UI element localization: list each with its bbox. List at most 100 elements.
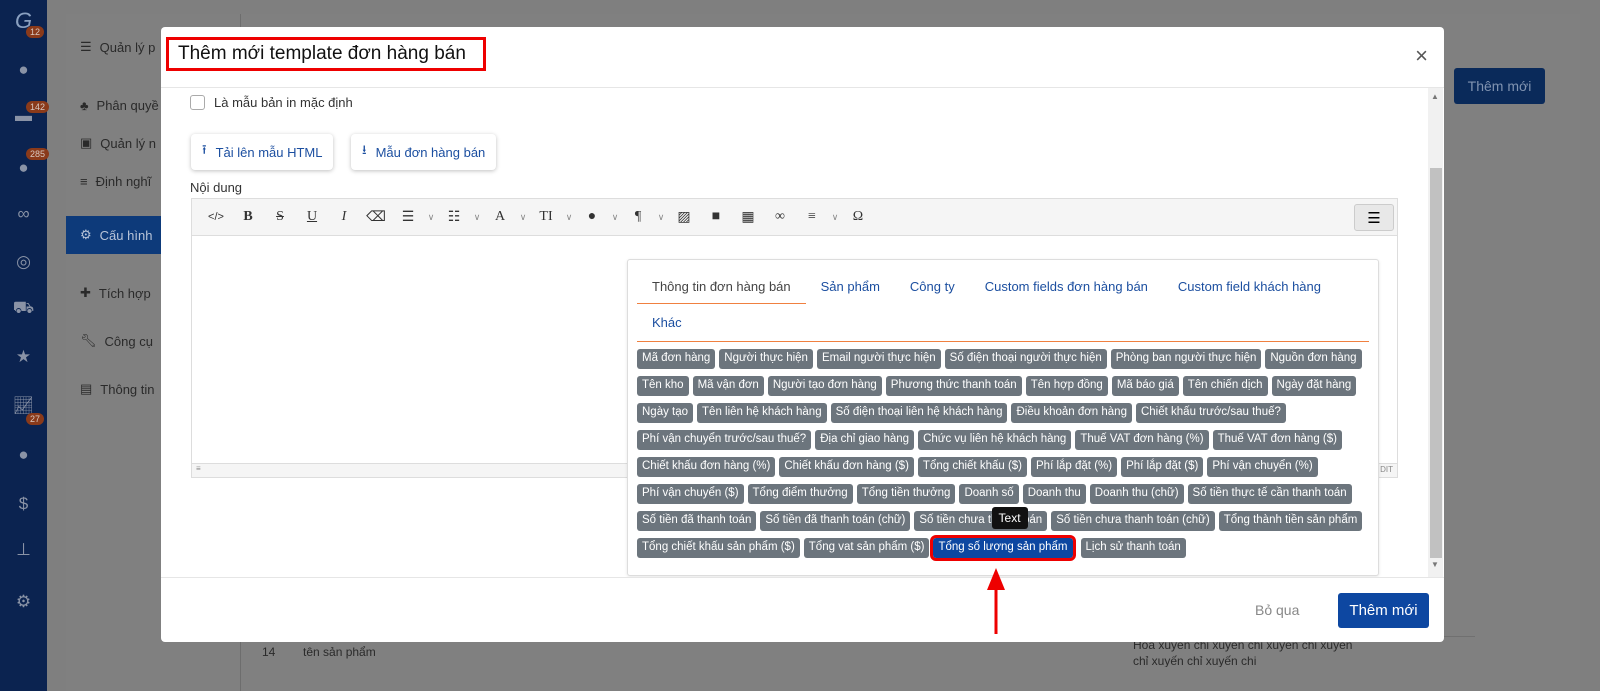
scroll-down-icon[interactable]: ▼ bbox=[1431, 560, 1439, 569]
special-char-icon[interactable]: Ω bbox=[842, 209, 874, 225]
field-tag[interactable]: Phí vận chuyển ($) bbox=[637, 484, 744, 504]
field-tag[interactable]: Thuế VAT đơn hàng (%) bbox=[1075, 430, 1209, 450]
chevron-down-icon[interactable]: ∨ bbox=[828, 212, 842, 223]
field-tag[interactable]: Người thực hiện bbox=[719, 349, 813, 369]
field-tag[interactable]: Tên liên hệ khách hàng bbox=[697, 403, 827, 423]
handshake-icon[interactable]: ∞ bbox=[0, 204, 47, 224]
eraser-icon[interactable]: ⌫ bbox=[360, 209, 392, 226]
image-icon[interactable]: ▨ bbox=[668, 209, 700, 226]
field-tag[interactable]: Phí lắp đặt ($) bbox=[1121, 457, 1204, 477]
tab[interactable]: Khác bbox=[637, 304, 697, 340]
field-tag[interactable]: Tổng điểm thưởng bbox=[747, 484, 853, 504]
link-icon[interactable]: ∞ bbox=[764, 209, 796, 225]
field-tag[interactable]: Số điện thoại người thực hiện bbox=[944, 349, 1107, 369]
close-icon[interactable]: × bbox=[1415, 43, 1428, 69]
field-tag[interactable]: Doanh thu bbox=[1022, 484, 1086, 504]
tab[interactable]: Sản phẩm bbox=[806, 268, 895, 304]
tab[interactable]: Thông tin đơn hàng bán bbox=[637, 268, 806, 304]
field-tag[interactable]: Phí lắp đặt (%) bbox=[1031, 457, 1118, 477]
font-size-icon[interactable]: TI bbox=[530, 209, 562, 225]
modal-scrollbar[interactable]: ▲ ▼ bbox=[1428, 88, 1443, 577]
cancel-button[interactable]: Bỏ qua bbox=[1255, 602, 1299, 618]
field-tag[interactable]: Mã vận đơn bbox=[692, 376, 764, 396]
field-tag[interactable]: Mã báo giá bbox=[1111, 376, 1179, 396]
field-tag[interactable]: Người tạo đơn hàng bbox=[767, 376, 882, 396]
scroll-thumb[interactable] bbox=[1430, 168, 1442, 558]
resize-icon[interactable]: ≡ bbox=[196, 464, 201, 473]
field-tag[interactable]: Tổng thành tiền sản phẩm bbox=[1218, 511, 1363, 531]
field-tag[interactable]: Phòng ban người thực hiện bbox=[1110, 349, 1262, 369]
field-list-toggle-icon[interactable]: ☰ bbox=[1354, 204, 1394, 231]
field-tag[interactable]: Doanh thu (chữ) bbox=[1089, 484, 1184, 504]
italic-icon[interactable]: I bbox=[328, 209, 360, 225]
field-tag[interactable]: Chiết khấu trước/sau thuế? bbox=[1135, 403, 1286, 423]
background-add-button[interactable]: Thêm mới bbox=[1454, 68, 1545, 104]
field-tag[interactable]: Chiết khấu đơn hàng (%) bbox=[637, 457, 776, 477]
person-icon[interactable]: ● bbox=[0, 445, 47, 465]
target-icon[interactable]: ◎ bbox=[0, 252, 47, 272]
field-tag[interactable]: Thuế VAT đơn hàng ($) bbox=[1212, 430, 1342, 450]
field-tag[interactable]: Phương thức thanh toán bbox=[885, 376, 1022, 396]
field-tag[interactable]: Email người thực hiện bbox=[816, 349, 941, 369]
field-tag[interactable]: Phí vận chuyển (%) bbox=[1207, 457, 1318, 477]
field-tag[interactable]: Chức vụ liên hệ khách hàng bbox=[918, 430, 1072, 450]
field-tag[interactable]: Tổng vat sản phẩm ($) bbox=[803, 538, 930, 558]
star-icon[interactable]: ★ bbox=[0, 347, 47, 367]
field-tag[interactable]: Tổng chiết khấu sản phẩm ($) bbox=[637, 538, 800, 558]
color-icon[interactable]: ● bbox=[576, 209, 608, 225]
field-tag[interactable]: Số điện thoại liên hệ khách hàng bbox=[830, 403, 1008, 423]
field-tag[interactable]: Số tiền đã thanh toán (chữ) bbox=[760, 511, 911, 531]
bullet-list-icon[interactable]: ☰ bbox=[392, 209, 424, 226]
field-tag[interactable]: Tên chiến dịch bbox=[1182, 376, 1268, 396]
cart-icon[interactable]: ⛟ bbox=[0, 298, 47, 320]
field-tag[interactable]: Tên hợp đồng bbox=[1025, 376, 1108, 396]
chevron-down-icon[interactable]: ∨ bbox=[562, 212, 576, 223]
dollar-icon[interactable]: $ bbox=[0, 494, 47, 514]
upload-html-button[interactable]: ⭱ Tải lên mẫu HTML bbox=[191, 134, 334, 170]
sample-template-button[interactable]: ⭳ Mẫu đơn hàng bán bbox=[351, 134, 497, 170]
field-tag[interactable]: Nguồn đơn hàng bbox=[1265, 349, 1362, 369]
code-view-icon[interactable]: </> bbox=[200, 211, 232, 223]
field-tag[interactable]: Tên kho bbox=[637, 376, 689, 396]
paragraph-icon[interactable]: ¶ bbox=[622, 209, 654, 225]
field-tag[interactable]: Số tiền chưa thanh toán (chữ) bbox=[1051, 511, 1215, 531]
field-tag[interactable]: Số tiền đã thanh toán bbox=[637, 511, 757, 531]
field-tag[interactable]: Doanh số bbox=[959, 484, 1019, 504]
scroll-up-icon[interactable]: ▲ bbox=[1431, 92, 1439, 101]
field-tag[interactable]: Chiết khấu đơn hàng ($) bbox=[779, 457, 914, 477]
field-tag[interactable]: Ngày đặt hàng bbox=[1271, 376, 1357, 396]
field-tag[interactable]: Phí vận chuyển trước/sau thuế? bbox=[637, 430, 812, 450]
strikethrough-icon[interactable]: S bbox=[264, 209, 296, 225]
selected-field-tag[interactable]: Tổng số lượng sản phẩm bbox=[930, 535, 1076, 561]
chevron-down-icon[interactable]: ∨ bbox=[516, 212, 530, 223]
chevron-down-icon[interactable]: ∨ bbox=[608, 212, 622, 223]
tab[interactable]: Custom fields đơn hàng bán bbox=[970, 268, 1163, 304]
default-template-checkbox[interactable]: Là mẫu bản in mặc định bbox=[190, 95, 353, 110]
font-icon[interactable]: A bbox=[484, 209, 516, 225]
org-icon[interactable]: ⊥ bbox=[0, 540, 47, 560]
align-icon[interactable]: ≡ bbox=[796, 209, 828, 225]
submit-button[interactable]: Thêm mới bbox=[1338, 593, 1429, 628]
gear-icon[interactable]: ⚙ bbox=[0, 592, 47, 612]
video-icon[interactable]: ■ bbox=[700, 209, 732, 225]
table-icon[interactable]: ▦ bbox=[732, 209, 764, 226]
numbered-list-icon[interactable]: ☷ bbox=[438, 209, 470, 226]
field-tag[interactable]: Ngày tạo bbox=[637, 403, 694, 423]
field-tag[interactable]: Tổng chiết khấu ($) bbox=[917, 457, 1028, 477]
field-tag[interactable]: Địa chỉ giao hàng bbox=[815, 430, 915, 450]
chevron-down-icon[interactable]: ∨ bbox=[654, 212, 668, 223]
user-icon[interactable]: ● bbox=[0, 60, 47, 80]
tab[interactable]: Công ty bbox=[895, 268, 970, 304]
field-tag[interactable]: Lịch sử thanh toán bbox=[1080, 538, 1186, 558]
users-icon[interactable]: ● bbox=[0, 158, 47, 178]
chevron-down-icon[interactable]: ∨ bbox=[470, 212, 484, 223]
field-tag[interactable]: Mã đơn hàng bbox=[637, 349, 716, 369]
checkbox[interactable] bbox=[190, 95, 205, 110]
field-tag[interactable]: Tổng tiền thưởng bbox=[856, 484, 956, 504]
chevron-down-icon[interactable]: ∨ bbox=[424, 212, 438, 223]
field-tag[interactable]: Điều khoản đơn hàng bbox=[1011, 403, 1132, 423]
bold-icon[interactable]: B bbox=[232, 209, 264, 225]
field-tag[interactable]: Số tiền thực tế cần thanh toán bbox=[1187, 484, 1352, 504]
tab[interactable]: Custom field khách hàng bbox=[1163, 268, 1336, 304]
underline-icon[interactable]: U bbox=[296, 209, 328, 225]
